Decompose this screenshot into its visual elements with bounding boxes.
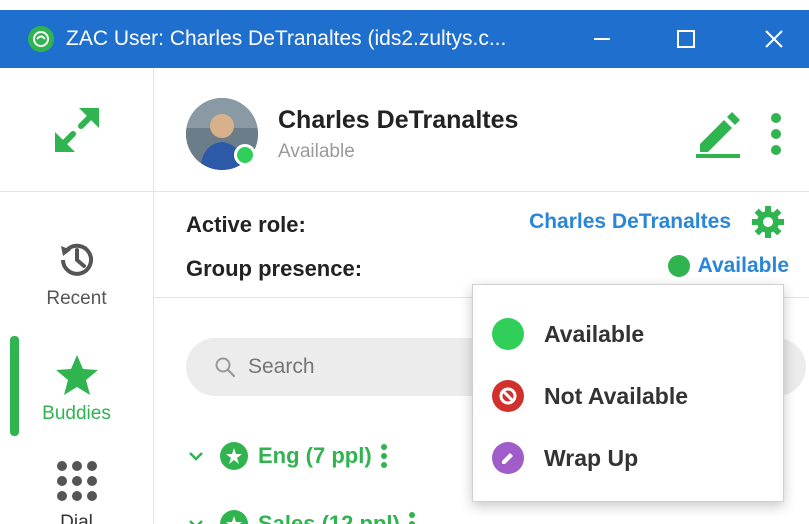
zac-logo-icon [28,26,54,52]
menu-item-label: Wrap Up [544,444,639,471]
active-role-link[interactable]: Charles DeTranaltes [529,210,731,234]
close-icon [765,30,783,48]
history-icon [60,243,93,276]
maximize-button[interactable] [647,10,725,68]
group-presence-selector[interactable]: Available [667,254,789,278]
expand-arrows-icon [54,107,99,152]
dialpad-icon [56,461,97,501]
presence-status-dot [234,144,256,166]
pencil-icon [696,112,740,158]
more-options-button[interactable] [766,110,786,158]
role-section: Active role: Charles DeTranaltes Group p… [154,192,809,298]
menu-item-available[interactable]: Available [473,303,783,365]
more-vertical-icon [771,113,781,155]
chevron-down-icon [189,520,203,524]
buddy-group-sales[interactable]: Sales (12 ppl) [186,510,416,524]
sidebar-item-label: Buddies [42,403,111,424]
sidebar: Recent Buddies Dial [0,68,154,524]
minimize-icon [594,38,610,40]
presence-dropdown-menu: Available Not Available Wrap Up [472,284,784,502]
close-button[interactable] [735,10,809,68]
profile-name: Charles DeTranaltes [278,106,519,134]
not-available-icon [492,380,524,412]
group-star-icon [220,442,248,470]
edit-profile-button[interactable] [694,110,744,158]
wrap-up-pencil-icon [492,442,524,474]
more-vertical-icon[interactable] [380,443,388,469]
star-icon [55,355,98,395]
group-star-icon [220,510,248,524]
expand-button[interactable] [0,68,153,192]
sidebar-item-recent[interactable]: Recent [0,238,153,310]
sidebar-item-label: Recent [46,288,107,309]
title-bar: ZAC User: Charles DeTranaltes (ids2.zult… [0,10,809,68]
available-dot-icon [492,318,524,350]
window-title: ZAC User: Charles DeTranaltes (ids2.zult… [66,27,507,50]
buddy-group-eng[interactable]: Eng (7 ppl) [186,442,388,470]
menu-item-label: Not Available [544,382,688,409]
sidebar-item-dial[interactable]: Dial [0,460,153,524]
chevron-down-icon [189,452,203,461]
menu-item-not-available[interactable]: Not Available [473,365,783,427]
more-vertical-icon[interactable] [408,511,416,524]
role-settings-button[interactable] [751,205,785,239]
group-name: Eng (7 ppl) [258,443,372,468]
search-icon [215,357,236,378]
group-presence-value: Available [697,254,789,277]
menu-item-label: Available [544,320,645,347]
sidebar-item-buddies[interactable]: Buddies [0,353,153,425]
group-name: Sales (12 ppl) [258,511,400,524]
profile-header: Charles DeTranaltes Available [154,68,809,192]
menu-item-wrap-up[interactable]: Wrap Up [473,427,783,489]
active-role-label: Active role: [186,212,306,237]
gear-icon [752,206,784,238]
profile-status: Available [278,141,355,162]
group-presence-label: Group presence: [186,256,363,281]
window-top-strip [0,0,809,10]
presence-dot-icon [667,255,690,277]
minimize-button[interactable] [563,10,641,68]
maximize-icon [677,30,695,48]
sidebar-item-label: Dial [60,512,93,524]
